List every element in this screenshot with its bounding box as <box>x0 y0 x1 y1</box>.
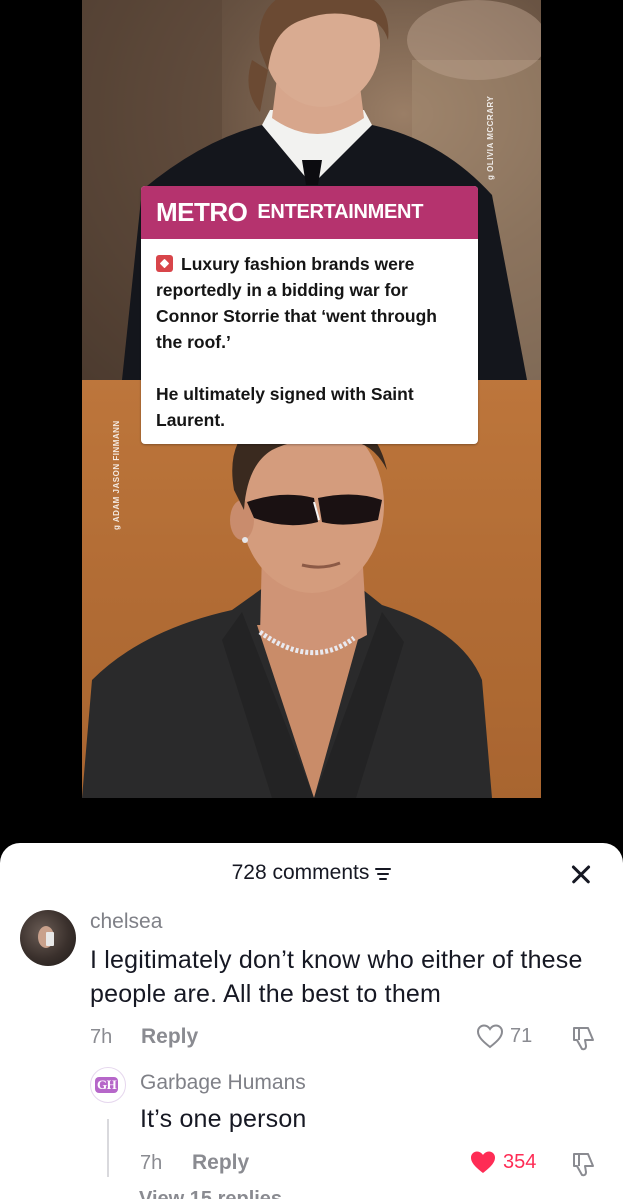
reply-text: It’s one person <box>140 1105 307 1133</box>
like-count: 354 <box>503 1150 537 1173</box>
like-button[interactable]: 71 <box>476 1023 532 1049</box>
reply-username[interactable]: Garbage Humans <box>140 1071 306 1095</box>
avatar[interactable]: GH <box>90 1067 126 1103</box>
like-count: 71 <box>510 1024 533 1047</box>
heart-outline-icon <box>476 1024 504 1049</box>
thumbs-down-icon <box>573 1027 594 1051</box>
metro-card-body: Luxury fashion brands were reportedly in… <box>141 239 478 433</box>
metro-logo: METRO <box>156 197 248 227</box>
comment-username[interactable]: chelsea <box>90 910 162 934</box>
view-replies-button[interactable]: View 15 replies <box>139 1189 282 1199</box>
garbage-humans-logo: GH <box>95 1077 119 1093</box>
metro-section-label: ENTERTAINMENT <box>257 201 424 223</box>
heart-filled-icon <box>471 1151 495 1173</box>
metro-paragraph-1: Luxury fashion brands were reportedly in… <box>156 254 437 352</box>
comments-header: 728 comments <box>0 861 623 889</box>
comment-count: 728 comments <box>231 861 370 884</box>
tiktok-screen: g OLIVIA MCCRARY g ADAM JASON FINMANN ME… <box>0 0 623 1199</box>
metro-card-header: METRO ENTERTAINMENT <box>141 186 478 239</box>
thread-line <box>107 1119 109 1177</box>
dislike-button[interactable] <box>569 1023 599 1058</box>
getty-icon: g <box>112 522 121 530</box>
photo-credit-bottom: g ADAM JASON FINMANN <box>112 420 121 530</box>
metro-paragraph-2: He ultimately signed with Saint Laurent. <box>156 384 414 430</box>
metro-news-card: METRO ENTERTAINMENT Luxury fashion brand… <box>141 186 478 444</box>
reply-button[interactable]: Reply <box>192 1151 249 1175</box>
comment-sort-button[interactable]: 728 comments <box>232 861 392 885</box>
photo-credit-top: g OLIVIA MCCRARY <box>486 95 495 180</box>
close-comments-button[interactable] <box>567 861 595 889</box>
avatar[interactable] <box>20 910 76 966</box>
metro-badge-icon <box>156 255 173 272</box>
comment-time: 7h <box>90 1026 113 1048</box>
comment-text: I legitimately don’t know who either of … <box>90 946 583 1008</box>
getty-icon: g <box>486 171 495 180</box>
reply-button[interactable]: Reply <box>141 1025 198 1049</box>
like-button[interactable]: 354 <box>469 1149 536 1175</box>
sort-filter-icon <box>375 866 392 880</box>
thumbs-down-icon <box>573 1153 594 1177</box>
comments-sheet: 728 comments chelsea I legitimately don’… <box>0 843 623 1199</box>
reply-time: 7h <box>140 1152 163 1174</box>
dislike-button[interactable] <box>569 1149 599 1184</box>
